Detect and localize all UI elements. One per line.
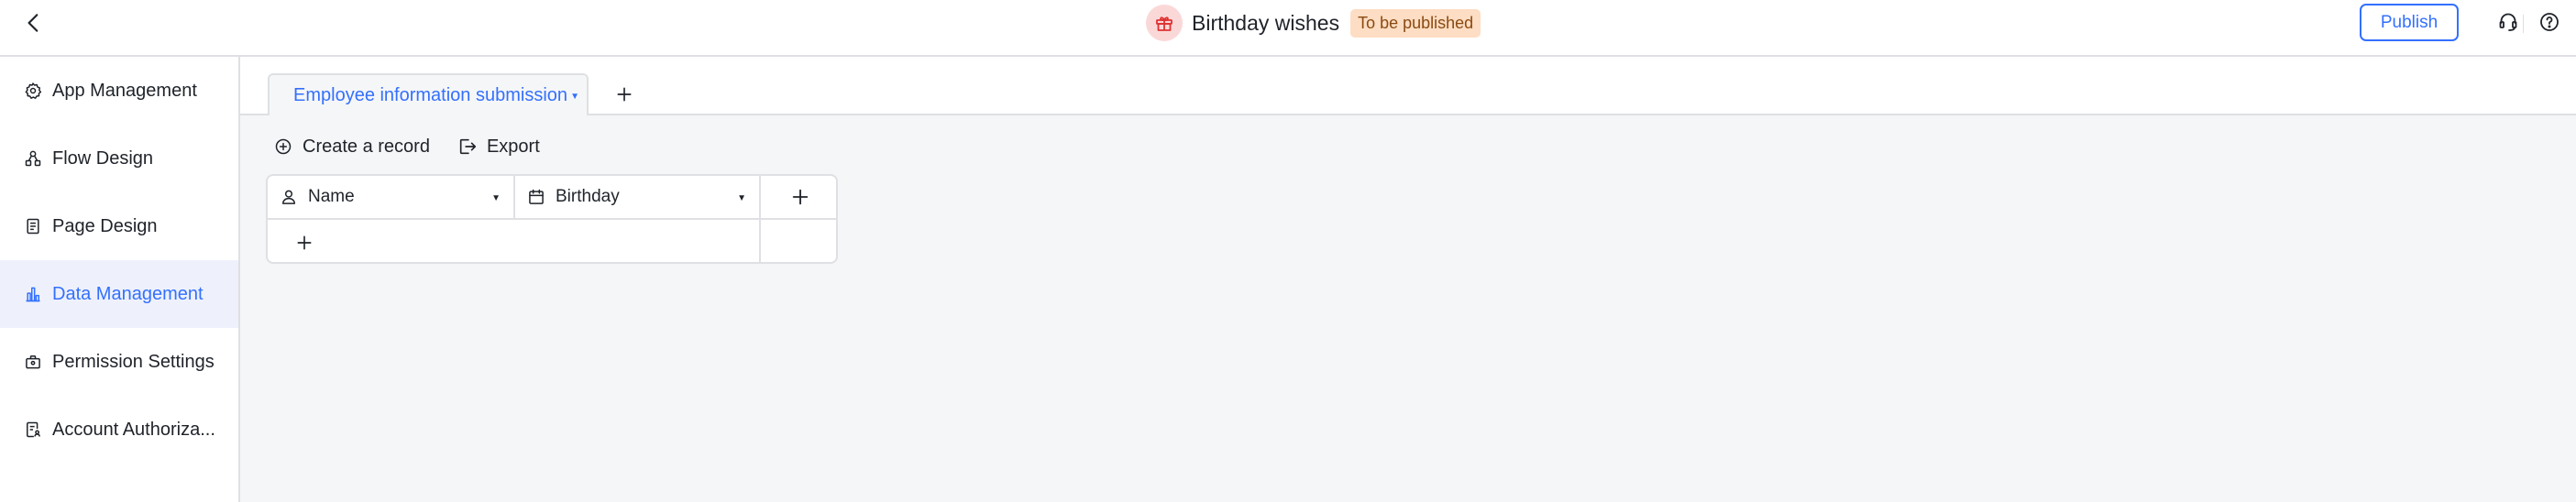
sidebar-item-permission-settings[interactable]: Permission Settings: [0, 328, 238, 396]
export-button[interactable]: Export: [457, 136, 540, 158]
main-content: Employee information submission ▼ Create…: [240, 57, 2576, 502]
add-tab-icon[interactable]: [611, 81, 638, 108]
sidebar-item-flow-design[interactable]: Flow Design: [0, 125, 238, 192]
tab-employee-information-submission[interactable]: Employee information submission ▼: [268, 73, 589, 115]
caret-down-icon[interactable]: ▼: [491, 193, 501, 203]
app-title-group: Birthday wishes To be published: [1146, 5, 1481, 41]
sidebar-item-app-management[interactable]: App Management: [0, 57, 238, 125]
column-header-label: Birthday: [556, 187, 620, 206]
export-icon: [457, 136, 478, 157]
create-record-label: Create a record: [303, 136, 430, 157]
document-icon: [23, 216, 43, 236]
sidebar-item-label: Flow Design: [52, 147, 154, 169]
sidebar-item-data-management[interactable]: Data Management: [0, 260, 238, 328]
calendar-icon: [526, 187, 546, 207]
bar-chart-icon: [23, 284, 43, 304]
sidebar-item-label: Account Authoriza...: [52, 419, 215, 440]
sidebar-item-label: Permission Settings: [52, 351, 215, 372]
help-circle-icon[interactable]: [2537, 9, 2562, 35]
column-header-label: Name: [308, 187, 355, 206]
sidebar: App Management Flow Design Page Design D…: [0, 57, 240, 502]
sidebar-item-label: Data Management: [52, 283, 204, 304]
column-header-birthday[interactable]: Birthday ▼: [515, 176, 761, 220]
sidebar-item-account-authorization[interactable]: Account Authoriza...: [0, 396, 238, 464]
column-header-name[interactable]: Name ▼: [268, 176, 515, 220]
headset-icon[interactable]: [2495, 9, 2521, 35]
plus-icon: [295, 234, 314, 252]
app-title: Birthday wishes: [1192, 10, 1340, 35]
sidebar-item-label: App Management: [52, 80, 197, 101]
tab-label: Employee information submission: [293, 84, 568, 105]
header-divider: [2523, 15, 2524, 33]
plus-icon: [790, 187, 810, 207]
flow-icon: [23, 148, 43, 169]
add-row-button[interactable]: [268, 220, 761, 262]
status-badge: To be published: [1350, 8, 1481, 38]
data-table: Name ▼ Birthday ▼: [266, 174, 838, 264]
sidebar-item-label: Page Design: [52, 215, 158, 236]
top-header: Birthday wishes To be published Publish: [0, 0, 2576, 57]
back-icon[interactable]: [20, 9, 48, 37]
toolbar: Create a record Export: [273, 130, 567, 163]
account-doc-icon: [23, 420, 43, 440]
person-icon: [279, 187, 299, 207]
create-record-button[interactable]: Create a record: [273, 136, 430, 158]
caret-down-icon[interactable]: ▼: [737, 193, 746, 203]
sidebar-item-page-design[interactable]: Page Design: [0, 192, 238, 260]
plus-circle-icon: [273, 136, 293, 157]
gear-icon: [23, 81, 43, 101]
publish-button[interactable]: Publish: [2360, 4, 2459, 41]
add-column-button[interactable]: [761, 176, 836, 220]
lock-briefcase-icon: [23, 352, 43, 372]
tab-bar: Employee information submission ▼: [240, 57, 2576, 115]
caret-down-icon[interactable]: ▼: [570, 92, 579, 102]
gift-icon: [1146, 5, 1183, 41]
export-label: Export: [486, 136, 540, 157]
